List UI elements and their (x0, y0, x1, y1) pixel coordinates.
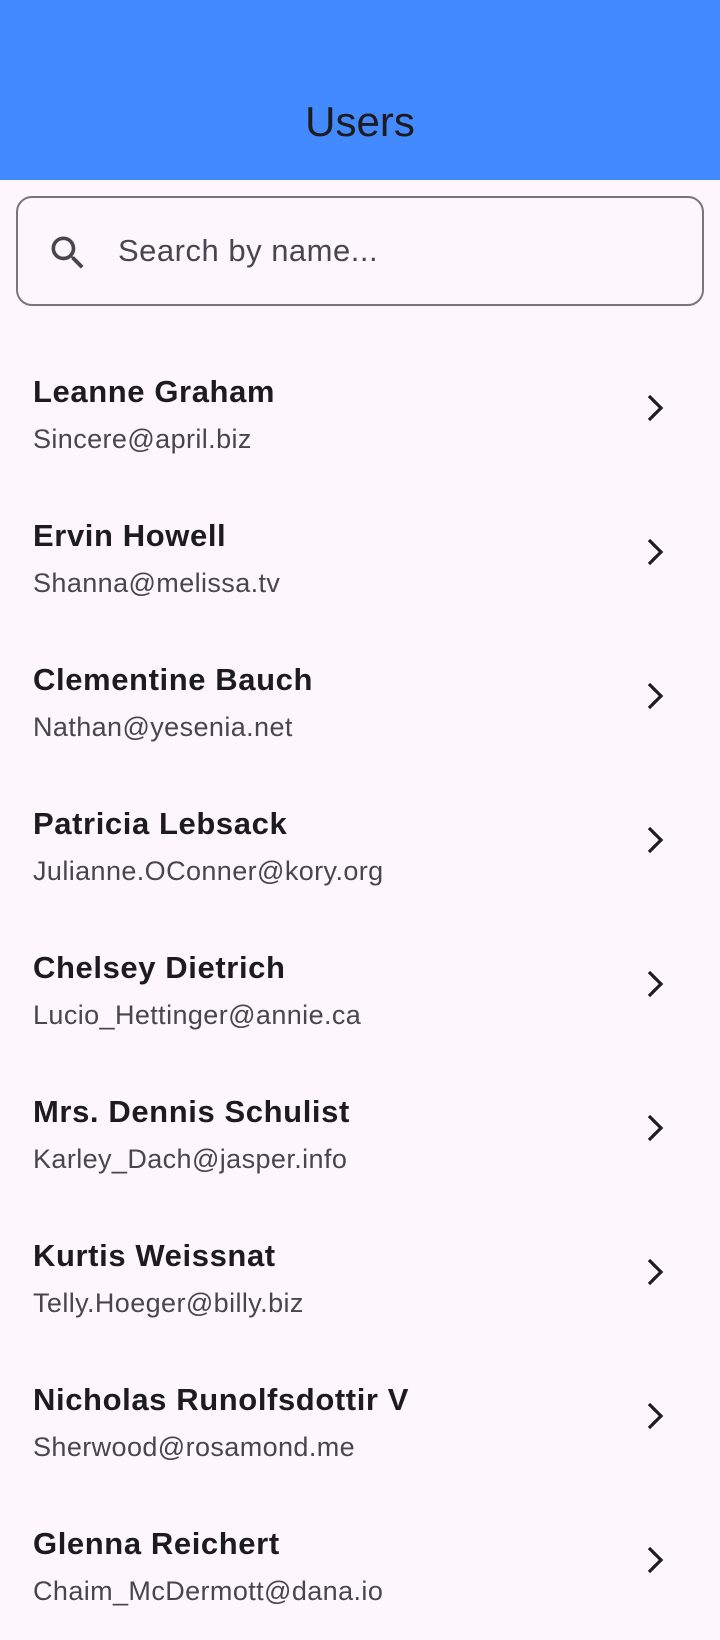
user-name: Kurtis Weissnat (33, 1238, 276, 1273)
user-name: Mrs. Dennis Schulist (33, 1094, 350, 1129)
list-item[interactable]: Chelsey Dietrich Lucio_Hettinger@annie.c… (0, 920, 720, 1064)
list-item[interactable]: Nicholas Runolfsdottir V Sherwood@rosamo… (0, 1352, 720, 1496)
list-item[interactable]: Glenna Reichert Chaim_McDermott@dana.io (0, 1496, 720, 1640)
chevron-right-icon (647, 538, 664, 566)
chevron-right-icon (647, 970, 664, 998)
user-name: Nicholas Runolfsdottir V (33, 1382, 410, 1417)
search-box[interactable] (16, 196, 704, 306)
user-name: Chelsey Dietrich (33, 950, 286, 985)
user-email: Lucio_Hettinger@annie.ca (33, 1000, 362, 1030)
list-item[interactable]: Kurtis Weissnat Telly.Hoeger@billy.biz (0, 1208, 720, 1352)
user-name: Leanne Graham (33, 374, 276, 409)
chevron-right-icon (647, 394, 664, 422)
user-name: Clementine Bauch (33, 662, 314, 697)
user-name: Glenna Reichert (33, 1526, 280, 1561)
chevron-right-icon (647, 1546, 664, 1574)
search-icon (51, 236, 84, 269)
list-item[interactable]: Mrs. Dennis Schulist Karley_Dach@jasper.… (0, 1064, 720, 1208)
user-email: Karley_Dach@jasper.info (33, 1144, 348, 1174)
page-title: Users (305, 98, 415, 145)
user-email: Telly.Hoeger@billy.biz (33, 1288, 304, 1318)
user-email: Nathan@yesenia.net (33, 712, 293, 742)
user-email: Julianne.OConner@kory.org (33, 856, 384, 886)
list-item[interactable]: Patricia Lebsack Julianne.OConner@kory.o… (0, 776, 720, 920)
user-email: Sherwood@rosamond.me (33, 1432, 356, 1462)
user-name: Ervin Howell (33, 518, 227, 553)
search-input[interactable] (118, 218, 678, 284)
app-bar: Users (0, 0, 720, 180)
list-item[interactable]: Ervin Howell Shanna@melissa.tv (0, 488, 720, 632)
user-email: Sincere@april.biz (33, 424, 252, 454)
chevron-right-icon (647, 1114, 664, 1142)
list-item[interactable]: Clementine Bauch Nathan@yesenia.net (0, 632, 720, 776)
chevron-right-icon (647, 1402, 664, 1430)
user-email: Chaim_McDermott@dana.io (33, 1576, 384, 1606)
user-list: Leanne Graham Sincere@april.biz Ervin Ho… (0, 344, 720, 1640)
list-item[interactable]: Leanne Graham Sincere@april.biz (0, 344, 720, 488)
user-name: Patricia Lebsack (33, 806, 288, 841)
chevron-right-icon (647, 682, 664, 710)
user-email: Shanna@melissa.tv (33, 568, 281, 598)
chevron-right-icon (647, 826, 664, 854)
chevron-right-icon (647, 1258, 664, 1286)
